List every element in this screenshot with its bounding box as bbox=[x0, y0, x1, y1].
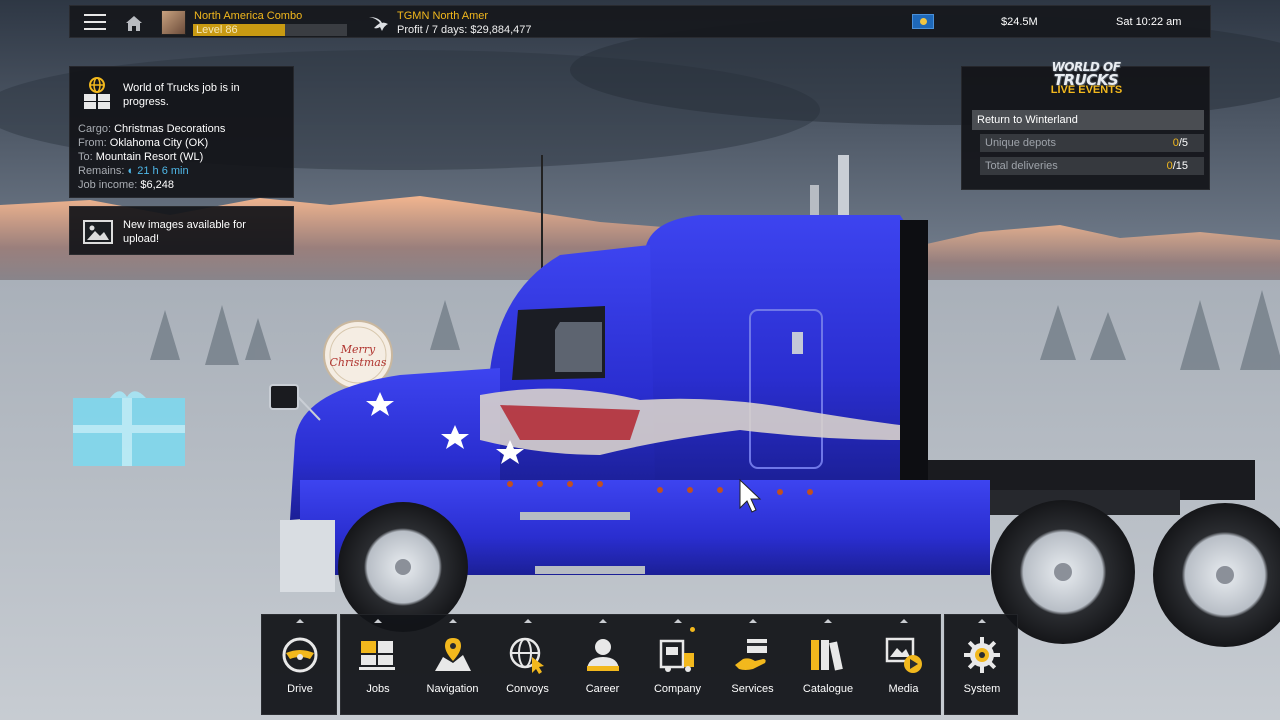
event-row-label: Unique depots bbox=[985, 137, 1056, 149]
income-label: Job income: bbox=[78, 179, 138, 191]
money-balance: $24.5M bbox=[1001, 16, 1038, 28]
game-time: Sat 10:22 am bbox=[1116, 16, 1182, 28]
dock-system-group: System bbox=[944, 614, 1018, 715]
clock-icon: ◐ bbox=[127, 165, 135, 177]
world-job-icon bbox=[84, 77, 110, 109]
level-bar: Level 86 bbox=[193, 24, 347, 36]
dock-drive-group: Drive bbox=[261, 614, 337, 715]
live-events-title: LIVE EVENTS bbox=[1050, 84, 1123, 96]
company-name: North America Combo bbox=[194, 10, 303, 22]
event-row-label: Total deliveries bbox=[985, 160, 1058, 172]
avatar[interactable] bbox=[161, 10, 186, 35]
image-notice-title: New images available for upload! bbox=[123, 219, 246, 245]
event-row-value: 0/5 bbox=[1173, 137, 1188, 149]
notification-dot bbox=[690, 627, 695, 632]
badge-line2: Christmas bbox=[330, 356, 387, 369]
live-events-panel[interactable]: WORLD OF TRUCKS LIVE EVENTS Return to Wi… bbox=[961, 60, 1210, 190]
dock-jobs-label: Jobs bbox=[366, 683, 390, 695]
cargo-label: Cargo: bbox=[78, 123, 112, 135]
dock-convoys[interactable]: Convoys bbox=[490, 615, 565, 716]
to-label: To: bbox=[78, 151, 93, 163]
dock-drive[interactable]: Drive bbox=[262, 615, 338, 716]
event-name: Return to Winterland bbox=[977, 114, 1078, 126]
state-flag-icon bbox=[912, 14, 934, 29]
dock-navigation[interactable]: Navigation bbox=[415, 615, 490, 716]
dock-career-label: Career bbox=[585, 683, 620, 695]
menu-icon[interactable] bbox=[84, 13, 106, 31]
map-pin-icon bbox=[435, 638, 471, 671]
dock-navigation-label: Navigation bbox=[426, 683, 479, 695]
image-upload-notice[interactable]: New images available for upload! bbox=[69, 206, 294, 255]
event-progress-row: Total deliveries 0/15 bbox=[980, 157, 1204, 175]
books-icon bbox=[811, 640, 843, 671]
steering-wheel-icon bbox=[282, 637, 318, 673]
dock-company-label: Company bbox=[653, 683, 702, 695]
person-icon bbox=[587, 639, 619, 671]
job-notice-title: World of Trucks job is in progress. bbox=[123, 82, 240, 108]
dock-drive-label: Drive bbox=[287, 683, 313, 695]
dock-convoys-label: Convoys bbox=[506, 683, 549, 695]
event-row-total: /5 bbox=[1178, 137, 1188, 149]
from-value: Oklahoma City (OK) bbox=[109, 137, 209, 149]
badge-line1: Merry bbox=[340, 343, 376, 356]
dock-catalogue-label: Catalogue bbox=[802, 683, 854, 695]
dock-catalogue[interactable]: Catalogue bbox=[790, 615, 866, 716]
dock-jobs[interactable]: Jobs bbox=[341, 615, 415, 716]
remains-label: Remains: bbox=[78, 165, 125, 177]
media-play-icon bbox=[885, 637, 922, 673]
dock-media-label: Media bbox=[888, 683, 919, 695]
hq-name: TGMN North Amer bbox=[397, 10, 489, 22]
income-value: $6,248 bbox=[140, 179, 175, 191]
remains-value: 21 h 6 min bbox=[137, 165, 189, 177]
top-bar: North America Combo Level 86 TGMN North … bbox=[69, 5, 1211, 38]
services-hand-card-icon bbox=[735, 639, 767, 670]
dock-system[interactable]: System bbox=[945, 615, 1019, 716]
garage-truck-icon bbox=[659, 639, 694, 672]
dock-career[interactable]: Career bbox=[565, 615, 640, 716]
cargo-value: Christmas Decorations bbox=[114, 123, 226, 135]
image-icon bbox=[83, 220, 113, 244]
dock-company[interactable]: Company bbox=[640, 615, 715, 716]
gear-icon bbox=[964, 637, 1000, 673]
dock-media[interactable]: Media bbox=[866, 615, 941, 716]
wing-emblem-icon bbox=[369, 17, 388, 31]
dock-services-label: Services bbox=[731, 683, 774, 695]
dock-system-label: System bbox=[963, 683, 1001, 695]
job-details: Cargo: Christmas Decorations From: Oklah… bbox=[78, 122, 225, 192]
globe-cursor-icon bbox=[509, 637, 544, 674]
job-notice-panel[interactable]: World of Trucks job is in progress. Carg… bbox=[69, 66, 294, 198]
jobs-crates-icon bbox=[359, 641, 395, 670]
event-name-row[interactable]: Return to Winterland bbox=[972, 110, 1204, 130]
from-label: From: bbox=[78, 137, 107, 149]
level-label: Level 86 bbox=[196, 24, 238, 36]
dock-services[interactable]: Services bbox=[715, 615, 790, 716]
event-progress-row: Unique depots 0/5 bbox=[980, 134, 1204, 152]
event-row-value: 0/15 bbox=[1167, 160, 1188, 172]
event-row-total: /15 bbox=[1172, 160, 1188, 172]
to-value: Mountain Resort (WL) bbox=[95, 151, 204, 163]
home-icon[interactable] bbox=[124, 13, 144, 33]
dock-main-group: Jobs Navigation Convoys Career Company S… bbox=[340, 614, 941, 715]
profit-text: Profit / 7 days: $29,884,477 bbox=[397, 24, 532, 36]
